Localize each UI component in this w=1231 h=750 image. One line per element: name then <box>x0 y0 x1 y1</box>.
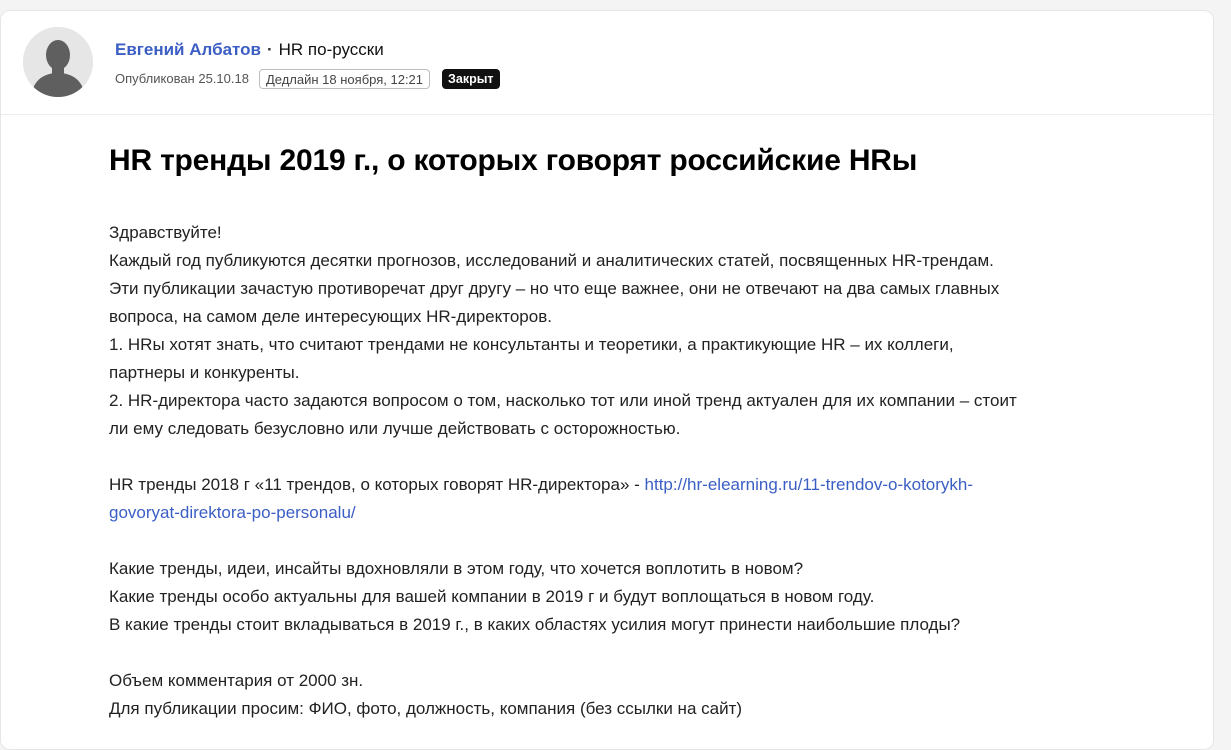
body-line: ли ему следовать безусловно или лучше де… <box>109 419 681 438</box>
post-content: HR тренды 2019 г., о которых говорят рос… <box>109 141 1109 723</box>
body-line: 2. HR-директора часто задаются вопросом … <box>109 391 1017 410</box>
body-line: партнеры и конкуренты. <box>109 363 300 382</box>
separator-dot: · <box>266 40 273 59</box>
greeting-text: Здравствуйте! <box>109 223 222 242</box>
deadline-badge: Дедлайн 18 ноября, 12:21 <box>258 69 431 89</box>
question-line: Какие тренды, идеи, инсайты вдохновляли … <box>109 559 804 578</box>
reference-text: HR тренды 2018 г «11 трендов, о которых … <box>109 475 645 494</box>
user-silhouette-icon <box>23 27 93 97</box>
community-link[interactable]: HR по-русски <box>279 40 384 59</box>
reference-link[interactable]: http://hr-elearning.ru/11-trendov-o-koto… <box>645 475 974 494</box>
reference-line-continued: govoryat-direktora-po-personalu/ <box>109 499 1109 527</box>
question-line: В какие тренды стоит вкладываться в 2019… <box>109 615 961 634</box>
reference-link-continued[interactable]: govoryat-direktora-po-personalu/ <box>109 503 356 522</box>
avatar[interactable] <box>23 27 93 97</box>
body-line: 1. HRы хотят знать, что считают трендами… <box>109 335 954 354</box>
status-badge: Закрыт <box>442 69 500 89</box>
author-name-link[interactable]: Евгений Албатов <box>115 40 261 59</box>
post-card: Евгений Албатов · HR по-русски Опубликован… <box>0 10 1214 750</box>
author-line: Евгений Албатов · HR по-русски <box>115 39 384 61</box>
body-line: вопроса, на самом деле интересующих HR-д… <box>109 307 552 326</box>
published-date: Опубликован 25.10.18 <box>115 71 249 86</box>
body-line: Каждый год публикуются десятки прогнозов… <box>109 251 994 270</box>
post-body: Здравствуйте! Каждый год публикуются дес… <box>109 219 1109 723</box>
requirement-line: Для публикации просим: ФИО, фото, должно… <box>109 699 743 718</box>
body-line: Эти публикации зачастую противоречат дру… <box>109 279 1000 298</box>
page-title: HR тренды 2019 г., о которых говорят рос… <box>109 144 918 177</box>
meta-line: Опубликован 25.10.18 Дедлайн 18 ноября, … <box>115 69 500 89</box>
post-header: Евгений Албатов · HR по-русски Опубликован… <box>1 11 1213 115</box>
question-line: Какие тренды особо актуальны для вашей к… <box>109 587 875 606</box>
reference-line: HR тренды 2018 г «11 трендов, о которых … <box>109 471 1109 499</box>
requirement-line: Объем комментария от 2000 зн. <box>109 671 364 690</box>
